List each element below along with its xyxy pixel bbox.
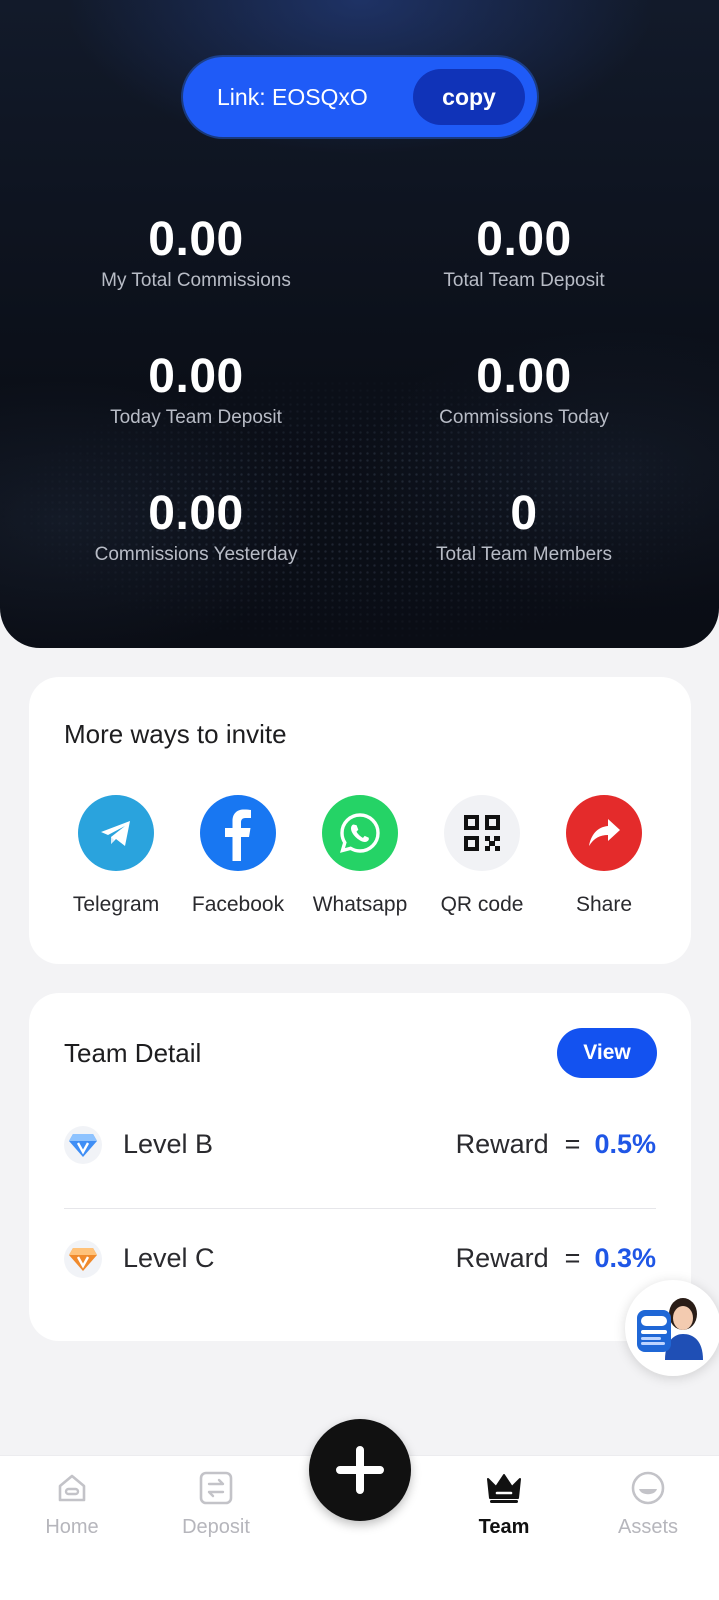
nav-label: Assets [617, 1516, 679, 1538]
invite-share[interactable]: Share [549, 795, 659, 917]
copy-button[interactable]: copy [413, 69, 525, 125]
stat-label: Commissions Yesterday [94, 544, 298, 565]
diamond-icon [64, 1240, 102, 1278]
home-icon [52, 1468, 92, 1508]
nav-label: Home [45, 1516, 99, 1538]
stat-label: My Total Commissions [101, 270, 291, 291]
stat-commissions-yesterday: 0.00 Commissions Yesterday [46, 486, 346, 566]
plus-icon [336, 1446, 384, 1494]
stat-label: Today Team Deposit [110, 407, 282, 428]
level-reward: Reward = 0.5% [456, 1114, 656, 1174]
assets-icon [628, 1468, 668, 1508]
invite-link-pill: Link: EOSQxO copy [183, 57, 537, 137]
telegram-icon [78, 795, 154, 871]
invite-label: Whatsapp [312, 893, 408, 916]
nav-team[interactable]: Team [444, 1456, 564, 1539]
level-name: Level B [123, 1129, 214, 1159]
stat-value: 0 [510, 487, 538, 540]
invite-label: Facebook [191, 893, 285, 916]
invite-link-text: Link: EOSQxO [217, 84, 368, 110]
reward-label: Reward [455, 1129, 549, 1159]
stat-value: 0.00 [148, 350, 244, 403]
invite-whatsapp[interactable]: Whatsapp [305, 795, 415, 917]
nav-label: Team [478, 1516, 530, 1538]
level-row-b: Level B Reward = 0.5% [64, 1114, 656, 1174]
crown-icon [484, 1468, 524, 1508]
invite-label: QR code [440, 893, 524, 916]
facebook-icon [200, 795, 276, 871]
stat-total-team-members: 0 Total Team Members [374, 486, 674, 566]
nav-label: Deposit [182, 1516, 250, 1538]
nav-deposit[interactable]: Deposit [156, 1456, 276, 1539]
invite-label: Telegram [72, 893, 160, 916]
stat-value: 0.00 [476, 213, 572, 266]
level-row-c: Level C Reward = 0.3% [64, 1228, 656, 1288]
support-agent-icon [637, 1298, 703, 1360]
level-reward: Reward = 0.3% [456, 1228, 656, 1288]
nav-home[interactable]: Home [12, 1456, 132, 1539]
share-icon [566, 795, 642, 871]
stat-value: 0.00 [148, 213, 244, 266]
stat-total-team-deposit: 0.00 Total Team Deposit [374, 212, 674, 292]
equals-sign: = [564, 1243, 581, 1273]
support-chat-button[interactable] [625, 1280, 719, 1376]
invite-card: More ways to invite Telegram Facebook Wh… [29, 677, 691, 964]
invite-qr-code[interactable]: QR code [427, 795, 537, 917]
invite-facebook[interactable]: Facebook [183, 795, 293, 917]
invite-title: More ways to invite [64, 719, 287, 749]
stat-label: Commissions Today [439, 407, 609, 428]
deposit-icon [196, 1468, 236, 1508]
stat-label: Total Team Deposit [443, 270, 605, 291]
level-name: Level C [123, 1243, 215, 1273]
whatsapp-icon [322, 795, 398, 871]
equals-sign: = [564, 1129, 581, 1159]
reward-value: 0.5% [594, 1129, 656, 1159]
invite-label: Share [575, 893, 633, 916]
hero-panel: Link: EOSQxO copy 0.00 My Total Commissi… [0, 0, 719, 648]
qr-code-icon [444, 795, 520, 871]
stat-today-team-deposit: 0.00 Today Team Deposit [46, 349, 346, 429]
reward-label: Reward [455, 1243, 549, 1273]
stat-label: Total Team Members [436, 544, 612, 565]
diamond-icon [64, 1126, 102, 1164]
divider [64, 1208, 656, 1209]
team-detail-card: Team Detail View Level B Reward = 0.5% Lev… [29, 993, 691, 1341]
nav-assets[interactable]: Assets [588, 1456, 708, 1539]
invite-telegram[interactable]: Telegram [61, 795, 171, 917]
view-button[interactable]: View [557, 1028, 657, 1078]
stat-commissions-today: 0.00 Commissions Today [374, 349, 674, 429]
stat-value: 0.00 [148, 487, 244, 540]
team-detail-title: Team Detail [64, 1038, 202, 1068]
stat-value: 0.00 [476, 350, 572, 403]
reward-value: 0.3% [594, 1243, 656, 1273]
center-plus-button[interactable] [309, 1419, 411, 1521]
stat-my-total-commissions: 0.00 My Total Commissions [46, 212, 346, 292]
